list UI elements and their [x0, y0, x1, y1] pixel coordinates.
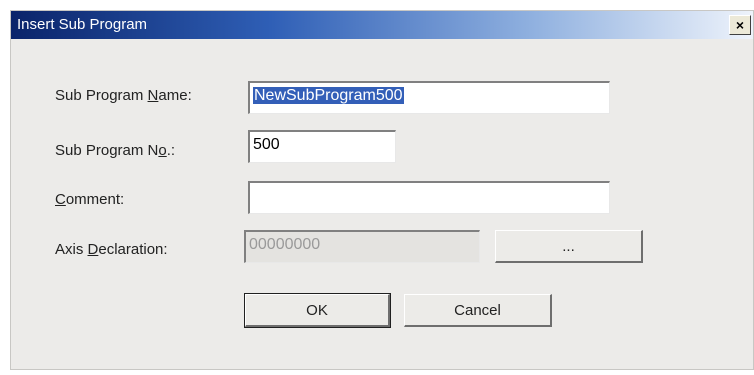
close-button[interactable]: × — [729, 15, 751, 35]
cancel-label: Cancel — [454, 301, 501, 319]
sub-program-name-input[interactable]: NewSubProgram500 — [248, 81, 610, 114]
axis-declaration-value: 00000000 — [249, 236, 321, 253]
sub-program-no-input[interactable]: 500 — [248, 130, 396, 163]
insert-sub-program-dialog: Insert Sub Program × Sub Program Name: N… — [10, 10, 754, 370]
sub-program-name-label: Sub Program Name: — [55, 87, 192, 104]
axis-declaration-input: 00000000 — [244, 230, 480, 263]
comment-label: Comment: — [55, 191, 125, 208]
dialog-title: Insert Sub Program — [17, 16, 148, 33]
axis-browse-button[interactable]: ... — [495, 230, 643, 263]
sub-program-no-label: Sub Program No.: — [55, 142, 176, 159]
comment-input[interactable] — [248, 181, 610, 214]
sub-program-name-value: NewSubProgram500 — [253, 87, 404, 104]
browse-label: ... — [562, 237, 575, 255]
title-bar[interactable]: Insert Sub Program × — [11, 11, 753, 39]
close-icon: × — [735, 17, 745, 33]
ok-button[interactable]: OK — [244, 293, 391, 328]
ok-label: OK — [306, 301, 328, 319]
axis-declaration-label: Axis Declaration: — [55, 241, 168, 258]
sub-program-no-value: 500 — [253, 136, 280, 153]
cancel-button[interactable]: Cancel — [404, 294, 552, 327]
